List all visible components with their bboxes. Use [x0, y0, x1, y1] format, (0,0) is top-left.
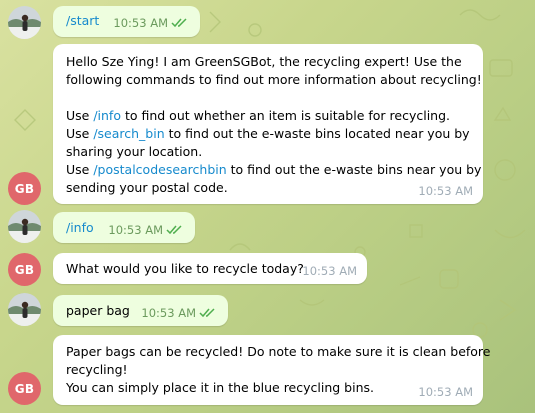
user-avatar[interactable]: [8, 293, 41, 326]
postalcode-search-command-link[interactable]: /postalcodesearchbin: [93, 162, 226, 177]
message-time: 10:53 AM: [113, 16, 168, 30]
double-check-icon: [199, 308, 215, 318]
message-time: 10:53 AM: [302, 264, 357, 278]
message-text: What would you like to recycle today?: [66, 261, 304, 276]
message-time: 10:53 AM: [141, 306, 196, 320]
info-command-link[interactable]: /info: [93, 108, 121, 123]
answer-line-1: Paper bags can be recycled! Do note to m…: [66, 344, 491, 359]
message-meta: 10:53 AM: [302, 264, 357, 278]
user-avatar[interactable]: [8, 210, 41, 243]
message-meta: 10:53 AM: [113, 16, 190, 30]
user-avatar[interactable]: [8, 6, 41, 39]
message-text[interactable]: /info: [66, 220, 94, 235]
message-bubble-answer: Paper bags can be recycled! Do note to m…: [53, 335, 491, 405]
bot-avatar[interactable]: GB: [8, 372, 41, 405]
message-meta: 10:53 AM: [418, 184, 473, 198]
welcome-line-7: sending your postal code.: [66, 180, 228, 195]
answer-line-2: recycling!: [66, 362, 128, 377]
double-check-icon: [166, 225, 182, 235]
message-bubble-welcome: Hello Sze Ying! I am GreenSGBot, the rec…: [53, 44, 483, 204]
message-meta: 10:53 AM: [418, 385, 473, 399]
message-meta: 10:53 AM: [108, 223, 185, 237]
message-time: 10:53 AM: [108, 223, 163, 237]
message-bubble-paper-bag[interactable]: paper bag 10:53 AM: [53, 295, 228, 326]
welcome-line-1: Hello Sze Ying! I am GreenSGBot, the rec…: [66, 54, 462, 69]
message-bubble-info[interactable]: /info 10:53 AM: [53, 212, 195, 243]
bot-avatar[interactable]: GB: [8, 253, 41, 286]
welcome-line-5: sharing your location.: [66, 144, 203, 159]
message-bubble-start[interactable]: /start 10:53 AM: [53, 6, 200, 37]
double-check-icon: [171, 18, 187, 28]
answer-line-3: You can simply place it in the blue recy…: [66, 380, 374, 395]
welcome-line-3: Use /info to find out whether an item is…: [66, 108, 450, 123]
message-time: 10:53 AM: [418, 385, 473, 399]
message-meta: 10:53 AM: [141, 306, 218, 320]
welcome-line-2: following commands to find out more info…: [66, 72, 482, 87]
welcome-line-6: Use /postalcodesearchbin to find out the…: [66, 162, 482, 177]
message-bubble-question: What would you like to recycle today? 10…: [53, 253, 367, 284]
message-text[interactable]: /start: [66, 13, 99, 28]
welcome-line-4: Use /search_bin to find out the e-waste …: [66, 126, 470, 141]
search-bin-command-link[interactable]: /search_bin: [93, 126, 164, 141]
message-text: paper bag: [66, 303, 130, 318]
bot-avatar[interactable]: GB: [8, 172, 41, 205]
message-time: 10:53 AM: [418, 184, 473, 198]
